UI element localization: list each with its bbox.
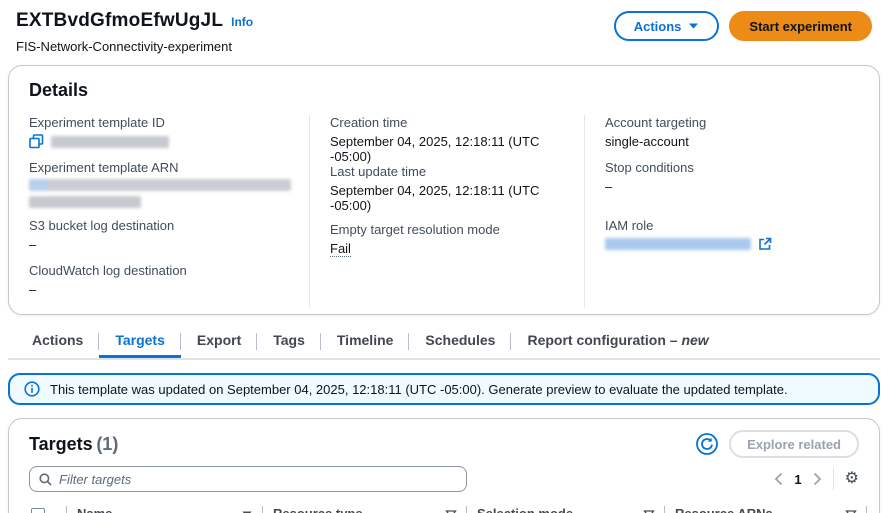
field-experiment-template-arn: Experiment template ARN (29, 160, 291, 218)
caret-down-icon (688, 22, 699, 30)
table-header-row: Name Resource type Selection mode (21, 500, 867, 513)
actions-button-label: Actions (633, 18, 682, 34)
field-stop-conditions: Stop conditions – (605, 160, 841, 218)
tab-export[interactable]: Export (181, 325, 258, 358)
gear-icon[interactable]: ⚙ (845, 471, 859, 487)
banner-text: This template was updated on September 0… (50, 381, 788, 397)
column-header-selection-mode[interactable]: Selection mode (467, 500, 665, 513)
targets-count: (1) (96, 433, 119, 454)
redacted-template-id (51, 135, 169, 148)
search-icon (39, 472, 52, 486)
field-label: CloudWatch log destination (29, 263, 187, 278)
start-experiment-button[interactable]: Start experiment (729, 11, 872, 41)
page-header-titles: EXTBvdGfmoEfwUgJL Info FIS-Network-Conne… (16, 10, 253, 54)
field-value: single-account (605, 134, 689, 149)
new-badge: new (681, 332, 709, 348)
pagination-next-icon[interactable] (813, 472, 822, 486)
column-header-name[interactable]: Name (67, 500, 263, 513)
targets-heading: Targets (1) (29, 434, 118, 455)
sort-icon[interactable] (643, 509, 655, 513)
tab-tags[interactable]: Tags (257, 325, 321, 358)
details-heading: Details (29, 80, 89, 100)
field-label: Last update time (330, 164, 427, 179)
external-link-icon[interactable] (758, 237, 772, 251)
sort-desc-icon[interactable] (241, 509, 253, 513)
field-label: Creation time (330, 115, 408, 130)
tab-actions[interactable]: Actions (16, 325, 100, 358)
field-label: Account targeting (605, 115, 707, 130)
refresh-icon (695, 432, 719, 456)
filter-targets-input[interactable] (59, 471, 457, 487)
tab-targets[interactable]: Targets (99, 325, 181, 358)
targets-title: Targets (29, 433, 93, 454)
refresh-button[interactable] (695, 432, 719, 456)
field-value: September 04, 2025, 12:18:11 (UTC -05:00… (330, 134, 540, 164)
sort-icon[interactable] (845, 509, 857, 513)
page-header: EXTBvdGfmoEfwUgJL Info FIS-Network-Conne… (0, 0, 888, 58)
tab-timeline[interactable]: Timeline (321, 325, 410, 358)
field-label: IAM role (605, 218, 654, 233)
explore-related-button[interactable]: Explore related (729, 430, 859, 458)
page-title: EXTBvdGfmoEfwUgJL (16, 10, 224, 31)
select-all-checkbox[interactable] (31, 507, 45, 513)
field-cloudwatch-log-destination: CloudWatch log destination – (29, 263, 291, 308)
field-account-targeting: Account targeting single-account (605, 115, 841, 160)
table-pagination: 1 ⚙ (774, 468, 859, 490)
fis-experiment-template-page: EXTBvdGfmoEfwUgJL Info FIS-Network-Conne… (0, 0, 888, 513)
details-panel: Details Experiment template ID Experimen… (8, 65, 880, 315)
field-label: Experiment template ARN (29, 160, 179, 175)
field-label: Experiment template ID (29, 115, 165, 130)
pagination-divider (832, 468, 834, 490)
field-experiment-template-id: Experiment template ID (29, 115, 291, 160)
details-column-1: Experiment template ID Experiment templa… (29, 115, 309, 308)
details-column-3: Account targeting single-account Stop co… (584, 115, 859, 308)
select-all-header[interactable] (21, 500, 67, 513)
field-value: – (605, 179, 613, 194)
field-last-update-time: Last update time September 04, 2025, 12:… (330, 164, 566, 222)
field-value: September 04, 2025, 12:18:11 (UTC -05:00… (330, 183, 540, 213)
targets-panel: Targets (1) Explore related Filter targe… (8, 418, 880, 513)
field-value: – (29, 237, 37, 252)
field-label: Empty target resolution mode (330, 222, 500, 237)
field-iam-role: IAM role (605, 218, 841, 263)
empty-target-mode-value[interactable]: Fail (330, 241, 351, 257)
targets-table: Name Resource type Selection mode (21, 500, 867, 513)
info-icon (24, 381, 40, 397)
tab-schedules[interactable]: Schedules (409, 325, 512, 358)
redacted-arn-line-1 (29, 179, 291, 191)
template-updated-banner: This template was updated on September 0… (8, 373, 880, 405)
actions-button[interactable]: Actions (613, 11, 720, 41)
field-s3-log-destination: S3 bucket log destination – (29, 218, 291, 263)
field-empty-target-resolution-mode: Empty target resolution mode Fail (330, 222, 566, 267)
pagination-page-1[interactable]: 1 (794, 472, 801, 487)
field-value: – (29, 282, 37, 297)
filter-targets-searchbox[interactable] (29, 466, 467, 492)
template-name-subtitle: FIS-Network-Connectivity-experiment (16, 39, 233, 54)
info-link[interactable]: Info (231, 15, 253, 29)
details-column-2: Creation time September 04, 2025, 12:18:… (309, 115, 584, 308)
redacted-arn-line-2 (29, 196, 141, 208)
sort-icon[interactable] (445, 509, 457, 513)
field-label: Stop conditions (605, 160, 694, 175)
field-creation-time: Creation time September 04, 2025, 12:18:… (330, 115, 566, 164)
column-header-resource-type[interactable]: Resource type (263, 500, 467, 513)
copy-icon[interactable] (29, 134, 44, 149)
redacted-iam-role-link[interactable] (605, 238, 751, 250)
column-header-resource-arns[interactable]: Resource ARNs (665, 500, 867, 513)
field-label: S3 bucket log destination (29, 218, 175, 233)
tab-report-configuration[interactable]: Report configuration – new (511, 325, 724, 358)
pagination-prev-icon[interactable] (774, 472, 783, 486)
tab-bar: Actions Targets Export Tags Timeline Sch… (8, 325, 880, 360)
